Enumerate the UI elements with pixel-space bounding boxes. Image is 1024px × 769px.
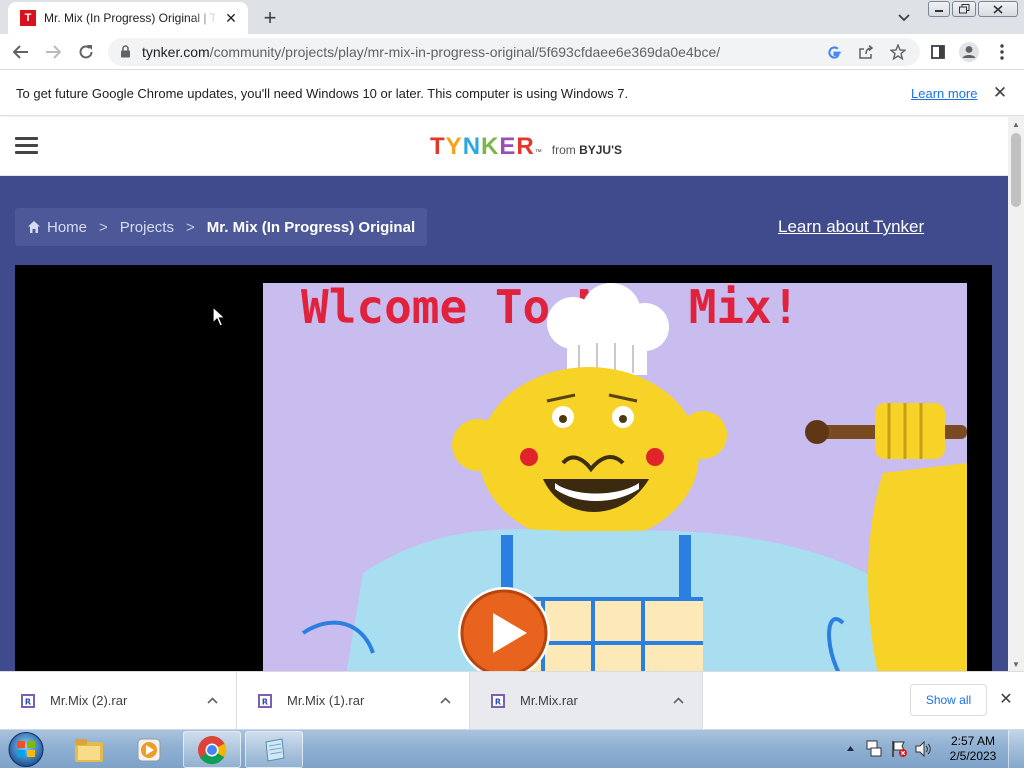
svg-text:R: R — [495, 697, 501, 706]
system-clock[interactable]: 2:57 AM 2/5/2023 — [948, 734, 998, 764]
download-shelf-close-icon[interactable]: ✕ — [996, 689, 1016, 709]
breadcrumb-current: Mr. Mix (In Progress) Original — [206, 218, 416, 236]
download-shelf: R Mr.Mix (2).rar R Mr.Mix (1).rar R Mr.M… — [0, 671, 1024, 729]
tab-close-icon[interactable]: ✕ — [222, 9, 240, 27]
show-hidden-icons-icon[interactable] — [846, 744, 855, 752]
site-header: TYNKER ™ from BYJU'S — [0, 117, 1008, 176]
window-restore-button[interactable] — [952, 1, 976, 17]
network-icon[interactable] — [865, 739, 883, 759]
logo-letter: E — [499, 133, 517, 160]
file-explorer-taskbar-icon[interactable] — [60, 731, 118, 768]
download-filename: Mr.Mix.rar — [520, 693, 578, 708]
tynker-favicon-icon: T — [20, 10, 36, 26]
update-infobar: To get future Google Chrome updates, you… — [0, 71, 1024, 116]
svg-text:R: R — [25, 697, 31, 706]
notepad-taskbar-icon[interactable] — [245, 731, 303, 768]
scroll-down-arrow-icon[interactable]: ▼ — [1008, 657, 1024, 671]
logo-letter: T — [430, 133, 446, 160]
google-lens-icon[interactable] — [824, 42, 844, 62]
rar-file-icon: R — [21, 693, 35, 708]
clock-date: 2/5/2023 — [949, 749, 997, 763]
forward-arrow-icon[interactable] — [41, 40, 65, 64]
breadcrumb-separator: > — [185, 218, 195, 236]
volume-speaker-icon[interactable] — [914, 740, 932, 758]
rar-file-icon: R — [258, 693, 272, 708]
logo-letter: K — [481, 133, 500, 160]
windows-taskbar: 2:57 AM 2/5/2023 — [0, 729, 1024, 769]
hamburger-menu-icon[interactable] — [15, 137, 38, 155]
tab-search-chevron-icon[interactable] — [894, 8, 914, 28]
play-button[interactable] — [456, 585, 552, 681]
address-bar[interactable]: tynker.com/community/projects/play/mr-mi… — [108, 38, 920, 66]
infobar-close-icon[interactable]: ✕ — [990, 83, 1010, 103]
reload-icon[interactable] — [74, 40, 98, 64]
tynker-wordmark: TYNKER — [430, 133, 535, 161]
trademark-mark: ™ — [534, 149, 542, 156]
media-player-taskbar-icon[interactable] — [120, 731, 178, 768]
tab-strip: T Mr. Mix (In Progress) Original | Tynke… — [0, 0, 1024, 34]
home-icon — [28, 221, 40, 233]
download-item[interactable]: R Mr.Mix (1).rar — [237, 672, 470, 729]
svg-text:R: R — [262, 697, 268, 706]
download-item[interactable]: R Mr.Mix (2).rar — [0, 672, 237, 729]
chevron-up-icon[interactable] — [668, 695, 688, 707]
mr-mix-illustration: Wlcome To Mr. Mix! — [301, 283, 967, 671]
lock-icon[interactable] — [120, 45, 134, 59]
infobar-message: To get future Google Chrome updates, you… — [16, 86, 629, 101]
windows-start-button[interactable] — [6, 731, 46, 768]
rar-file-icon: R — [491, 693, 505, 708]
learn-about-tynker-link[interactable]: Learn about Tynker — [778, 217, 924, 237]
chevron-up-icon[interactable] — [435, 695, 455, 707]
action-center-flag-icon[interactable] — [890, 739, 908, 759]
chrome-menu-icon[interactable] — [990, 40, 1014, 64]
breadcrumb-projects-link[interactable]: Projects — [120, 219, 174, 236]
tynker-logo[interactable]: TYNKER ™ from BYJU'S — [430, 133, 622, 163]
mouse-pointer-icon — [212, 306, 226, 327]
browser-tab[interactable]: T Mr. Mix (In Progress) Original | Tynke… — [8, 2, 248, 34]
chef-body — [301, 529, 899, 671]
share-icon[interactable] — [856, 42, 876, 62]
url-text: tynker.com/community/projects/play/mr-mi… — [142, 44, 721, 60]
tab-title: Mr. Mix (In Progress) Original | Tynker — [44, 11, 218, 25]
window-close-button[interactable] — [978, 1, 1018, 17]
logo-letter: Y — [445, 133, 463, 160]
breadcrumb-separator: > — [99, 218, 108, 236]
from-byjus-label: from BYJU'S — [551, 143, 622, 157]
chrome-taskbar-icon[interactable] — [183, 731, 241, 768]
show-all-downloads-button[interactable]: Show all — [910, 684, 987, 716]
bookmark-star-icon[interactable] — [888, 42, 908, 62]
back-arrow-icon[interactable] — [9, 40, 33, 64]
scrollbar-thumb[interactable] — [1011, 133, 1021, 207]
breadcrumb-home-link[interactable]: Home — [47, 219, 87, 236]
project-stage[interactable]: Wlcome To Mr. Mix! — [263, 283, 967, 671]
page-scrollbar[interactable]: ▲ ▼ — [1008, 117, 1024, 671]
browser-toolbar: tynker.com/community/projects/play/mr-mi… — [0, 34, 1024, 70]
new-tab-icon[interactable]: + — [258, 6, 282, 30]
breadcrumb: Home > Projects > Mr. Mix (In Progress) … — [15, 208, 428, 246]
side-panel-icon[interactable] — [926, 40, 950, 64]
chevron-up-icon[interactable] — [202, 695, 222, 707]
clock-time: 2:57 AM — [950, 734, 996, 748]
window-minimize-button[interactable] — [928, 1, 950, 17]
logo-letter: N — [462, 133, 482, 160]
scroll-up-arrow-icon[interactable]: ▲ — [1008, 117, 1024, 131]
logo-letter: R — [516, 133, 535, 160]
show-desktop-button[interactable] — [1008, 730, 1024, 769]
download-item[interactable]: R Mr.Mix.rar — [470, 672, 703, 729]
download-filename: Mr.Mix (1).rar — [287, 693, 365, 708]
learn-more-link[interactable]: Learn more — [911, 86, 977, 101]
profile-avatar-icon[interactable] — [957, 40, 981, 64]
download-filename: Mr.Mix (2).rar — [50, 693, 128, 708]
